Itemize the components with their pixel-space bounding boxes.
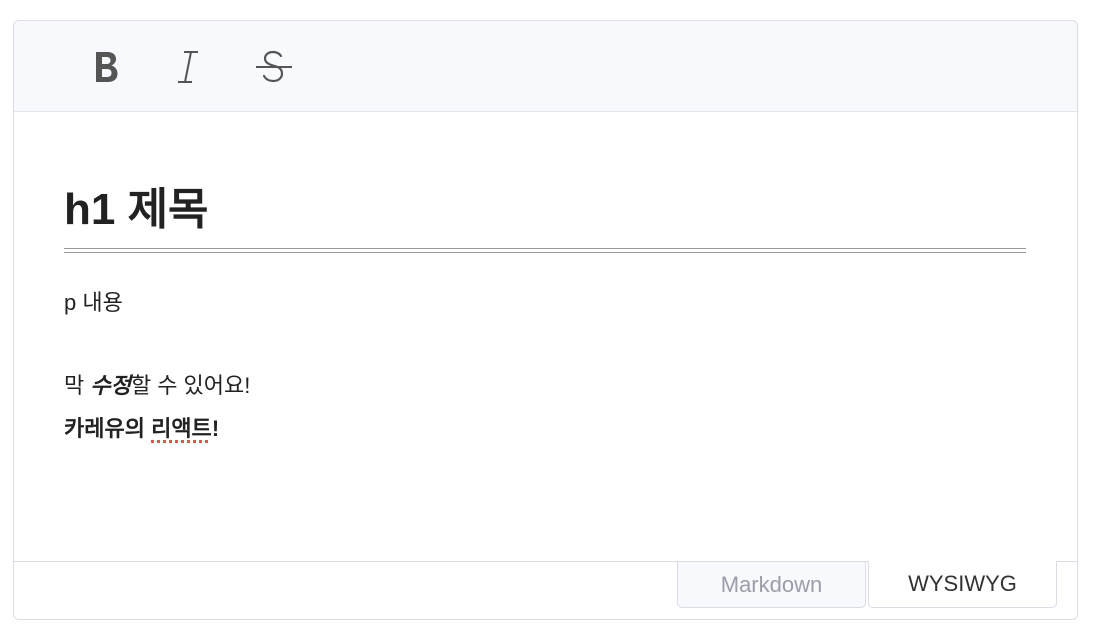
paragraph-3-part2: ! (211, 416, 220, 441)
heading-h1[interactable]: h1 제목 (64, 184, 1026, 236)
paragraph-2-suffix: 할 수 있어요! (130, 373, 251, 398)
italic-icon (173, 49, 203, 85)
toolbar (14, 21, 1077, 112)
bold-button[interactable] (84, 45, 128, 89)
heading-underline-secondary (64, 252, 1026, 253)
heading-underline (64, 248, 1026, 249)
italic-button[interactable] (166, 45, 210, 89)
bold-icon (91, 50, 121, 84)
markdown-tab[interactable]: Markdown (677, 562, 866, 608)
editor: h1 제목 p 내용 막 수정할 수 있어요! 카레유의 리액트! Markdo… (13, 20, 1078, 620)
misspelled-word[interactable]: 리액트 (151, 416, 212, 441)
strikethrough-button[interactable] (252, 45, 296, 89)
mode-switch-bar: Markdown WYSIWYG (14, 561, 1077, 619)
paragraph-1[interactable]: p 내용 (64, 289, 1026, 317)
wysiwyg-tab[interactable]: WYSIWYG (868, 561, 1057, 608)
strikethrough-icon (254, 49, 294, 85)
paragraph-3-part1: 카레유의 (64, 416, 152, 441)
editor-content[interactable]: h1 제목 p 내용 막 수정할 수 있어요! 카레유의 리액트! (14, 112, 1077, 563)
paragraph-2[interactable]: 막 수정할 수 있어요! (64, 372, 1026, 400)
paragraph-2-prefix: 막 (64, 373, 91, 398)
bold-italic-text: 수정 (90, 373, 131, 398)
paragraph-3[interactable]: 카레유의 리액트! (64, 415, 1026, 443)
